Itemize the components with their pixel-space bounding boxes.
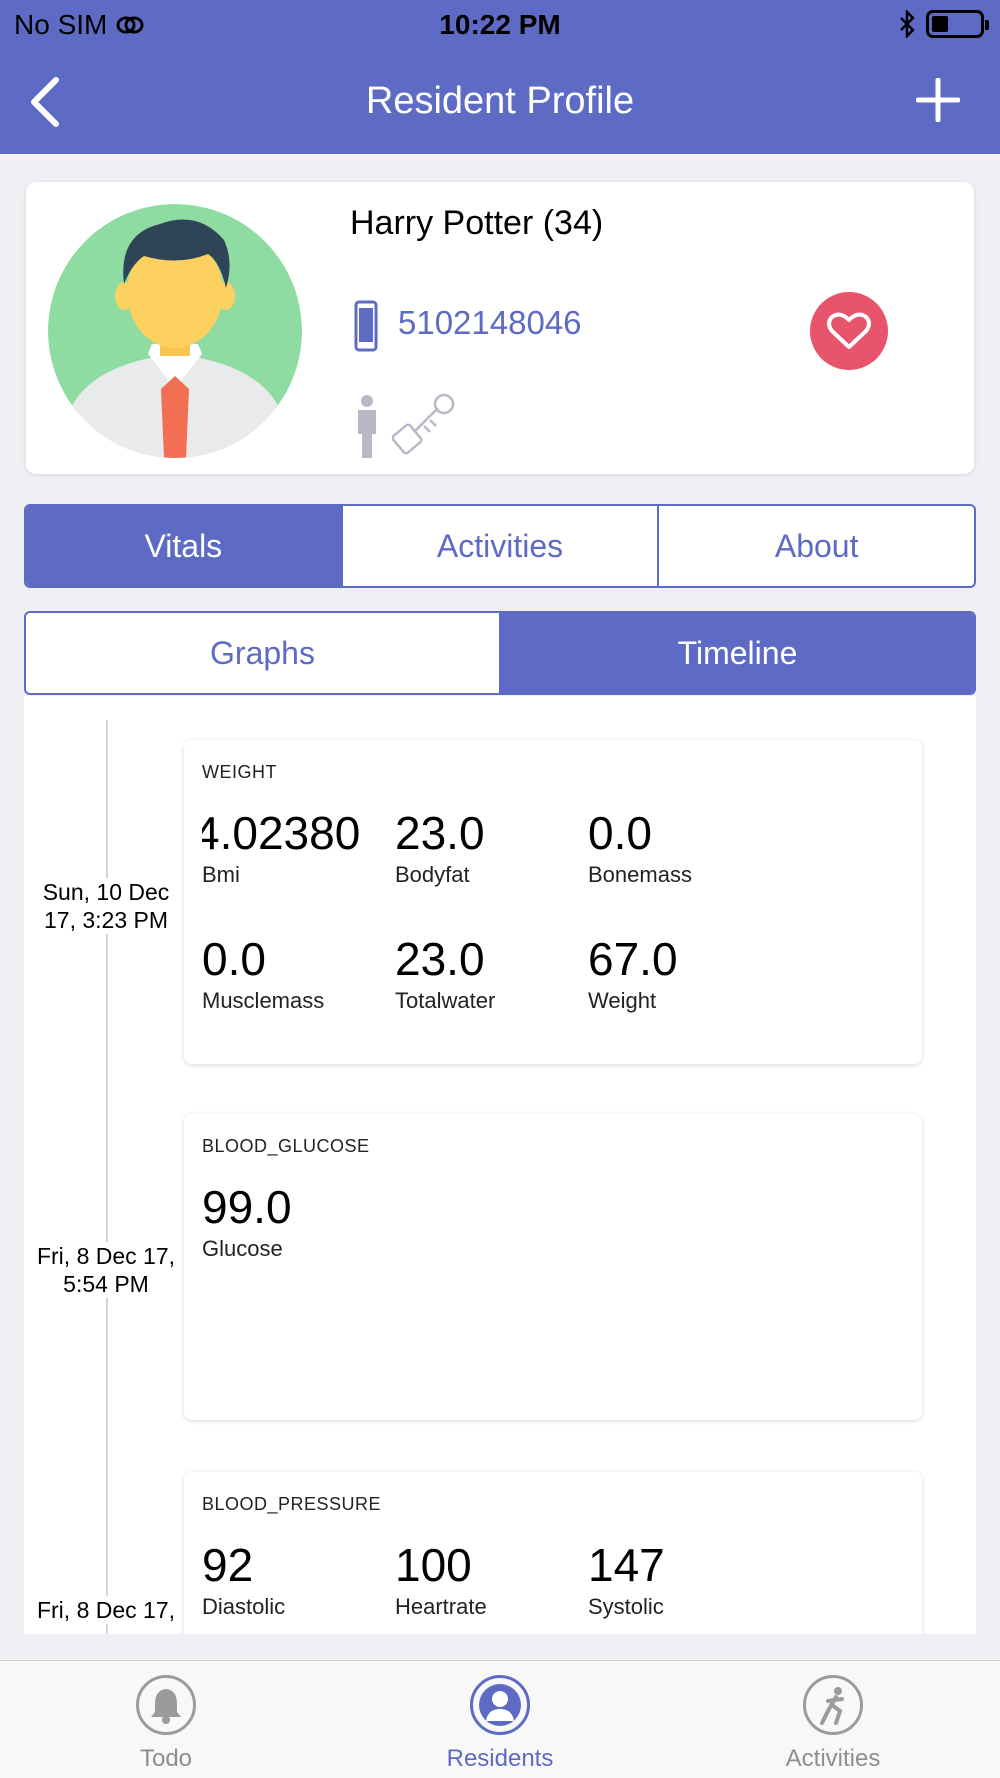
status-bar: No SIM 10:22 PM: [0, 0, 1000, 50]
metric-label: Totalwater: [395, 988, 496, 1013]
profile-section-tabs: Vitals Activities About: [24, 504, 976, 588]
timeline-date-line1: Fri, 8 Dec 17,: [36, 1243, 176, 1269]
timeline-date: Fri, 8 Dec 17, 5:54 PM: [24, 1242, 188, 1298]
metric-value: 4.02380: [202, 807, 361, 859]
metric-label: Bonemass: [588, 862, 692, 887]
metric-value: 23.0: [395, 807, 485, 859]
metric-value: 92: [202, 1539, 254, 1591]
bell-icon: [136, 1675, 196, 1735]
resident-name: Harry Potter (34): [350, 204, 604, 242]
bottom-tab-bar: Todo Residents Activities: [0, 1660, 1000, 1778]
vital-card-weight[interactable]: WEIGHT 4.02380 Bmi 23.0 Bodyfat 0.0 Bone…: [184, 740, 922, 1064]
metric-glucose: 99.0 Glucose: [202, 1180, 372, 1262]
metric-label: Diastolic: [202, 1594, 286, 1619]
metric-bmi: 4.02380 Bmi: [202, 806, 372, 888]
tab-about[interactable]: About: [659, 506, 974, 586]
phone-number-link[interactable]: 5102148046: [398, 304, 582, 342]
key-icon: [392, 393, 455, 455]
battery-icon: [926, 10, 989, 38]
status-right: [898, 10, 989, 38]
person-icon: [470, 1675, 530, 1735]
timeline-date: Sun, 10 Dec 17, 3:23 PM: [24, 878, 188, 934]
page-title: Resident Profile: [365, 80, 635, 122]
tab-graphs[interactable]: Graphs: [26, 613, 501, 693]
metric-label: Heartrate: [395, 1594, 487, 1619]
metric-systolic: 147 Systolic: [588, 1538, 758, 1620]
vital-type-label: WEIGHT: [202, 762, 277, 782]
favorite-heart-button[interactable]: [810, 292, 888, 370]
timeline-line: [106, 720, 108, 1634]
metric-weight: 67.0 Weight: [588, 932, 758, 1014]
person-standing-icon: [358, 395, 376, 458]
tab-timeline[interactable]: Timeline: [501, 613, 974, 693]
metric-label: Bmi: [202, 862, 240, 887]
mobile-phone-icon: [354, 300, 378, 352]
vitals-view-tabs: Graphs Timeline: [24, 611, 976, 695]
metric-bonemass: 0.0 Bonemass: [588, 806, 758, 888]
navigation-bar: No SIM 10:22 PM Resident Profile: [0, 0, 1000, 154]
vital-card-blood-pressure[interactable]: BLOOD_PRESSURE 92 Diastolic 100 Heartrat…: [184, 1472, 922, 1634]
tab-label: Residents: [446, 1745, 554, 1772]
metric-value: 23.0: [395, 933, 485, 985]
metric-value: 67.0: [588, 933, 678, 985]
tab-bar-residents[interactable]: Residents: [400, 1661, 600, 1778]
timeline-date-line2: 5:54 PM: [63, 1271, 149, 1297]
tab-label: Activities: [785, 1745, 881, 1772]
metric-value: 0.0: [588, 807, 652, 859]
metric-label: Musclemass: [202, 988, 325, 1013]
metric-label: Glucose: [202, 1236, 283, 1261]
tab-vitals[interactable]: Vitals: [26, 506, 343, 586]
metric-diastolic: 92 Diastolic: [202, 1538, 372, 1620]
status-time: 10:22 PM: [439, 9, 561, 40]
profile-card: Harry Potter (34) 5102148046: [26, 182, 974, 474]
metric-value: 0.0: [202, 933, 266, 985]
metric-value: 147: [588, 1539, 665, 1591]
vital-type-label: BLOOD_GLUCOSE: [202, 1136, 370, 1156]
metric-label: Bodyfat: [395, 862, 470, 887]
avatar: [48, 204, 302, 458]
timeline-date-line2: 17, 3:23 PM: [43, 907, 169, 933]
metric-value: 99.0: [202, 1181, 292, 1233]
vital-card-blood-glucose[interactable]: BLOOD_GLUCOSE 99.0 Glucose: [184, 1114, 922, 1420]
metric-label: Systolic: [588, 1594, 664, 1619]
metric-value: 100: [395, 1539, 472, 1591]
metric-musclemass: 0.0 Musclemass: [202, 932, 372, 1014]
tab-activities[interactable]: Activities: [343, 506, 660, 586]
tab-label: Todo: [139, 1745, 193, 1772]
timeline-date-line1: Sun, 10 Dec: [42, 879, 170, 905]
tab-bar-activities[interactable]: Activities: [733, 1661, 933, 1778]
metric-heartrate: 100 Heartrate: [395, 1538, 565, 1620]
bluetooth-icon: [900, 10, 915, 38]
tab-bar-todo[interactable]: Todo: [66, 1661, 266, 1778]
metric-totalwater: 23.0 Totalwater: [395, 932, 565, 1014]
heart-icon: [827, 312, 871, 349]
timeline-list[interactable]: Sun, 10 Dec 17, 3:23 PM WEIGHT 4.02380 B…: [24, 696, 976, 1634]
add-button[interactable]: [916, 78, 960, 122]
metric-bodyfat: 23.0 Bodyfat: [395, 806, 565, 888]
timeline-date: Fri, 8 Dec 17,: [24, 1596, 188, 1624]
running-icon: [803, 1675, 863, 1735]
vital-type-label: BLOOD_PRESSURE: [202, 1494, 382, 1514]
metric-label: Weight: [588, 988, 657, 1013]
timeline-date-line1: Fri, 8 Dec 17,: [36, 1597, 176, 1623]
